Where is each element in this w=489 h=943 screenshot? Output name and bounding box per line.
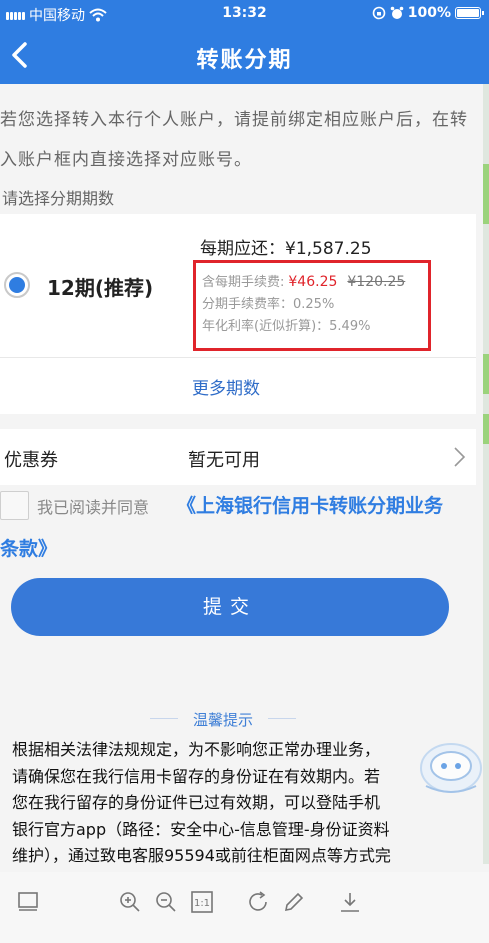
nav-bar: 转账分期 — [0, 28, 489, 84]
page-title: 转账分期 — [196, 48, 293, 73]
actual-size-label: 1:1 — [194, 898, 210, 909]
rotate-icon[interactable] — [246, 890, 270, 914]
rotation-lock-icon — [372, 6, 386, 20]
tips-line: 银行官方app（路径：安全中心-信息管理-身份证资料 — [12, 819, 390, 839]
tips-title: 温馨提示 — [192, 711, 253, 729]
status-bar: 中国移动 13:32 100% — [0, 0, 489, 28]
viewer-toolbar — [0, 872, 489, 943]
zoom-out-icon[interactable] — [154, 890, 178, 914]
tips-line: 您在我行留存的身份证件已过有效期，可以登陆手机 — [12, 793, 381, 812]
notice-line-2: 入账户框内直接选择对应账号。 — [0, 150, 252, 170]
tips-line: 维护），通过致电客服95594或前往柜面网点等方式完 — [12, 846, 391, 865]
tips-body: 根据相关法律法规规定，为不影响您正常办理业务， 请确保您在我行信用卡留存的身份证… — [12, 737, 458, 870]
fee-label: 含每期手续费: — [202, 275, 285, 290]
zoom-in-icon[interactable] — [118, 890, 142, 914]
agree-checkbox[interactable] — [0, 491, 29, 520]
account-notice: 若您选择转入本行个人账户，请提前绑定相应账户后，在转 入账户框内直接选择对应账号… — [0, 100, 480, 180]
agreement-terms-link[interactable]: 《上海银行信用卡转账分期业务 — [177, 491, 443, 518]
agreement-terms-link-cont[interactable]: 条款》 — [0, 534, 57, 561]
tips-divider-right — [268, 718, 296, 719]
alarm-icon — [390, 6, 404, 19]
fee-original-value: ¥120.25 — [347, 274, 406, 290]
tips-header: 温馨提示 — [150, 707, 296, 731]
download-icon[interactable] — [338, 890, 362, 914]
pen-icon[interactable] — [282, 890, 306, 914]
submit-button[interactable]: 提交 — [11, 578, 449, 636]
tips-line: 请确保您在我行信用卡留存的身份证在有效期内。若 — [12, 766, 381, 786]
battery-percent: 100% — [407, 5, 451, 21]
coupon-label: 优惠券 — [4, 450, 58, 471]
agree-text: 我已阅读并同意 — [37, 498, 150, 517]
actual-size-icon[interactable]: 1:1 — [190, 890, 214, 914]
choose-period-label: 请选择分期期数 — [2, 189, 115, 208]
tips-line: 根据相关法律法规规定，为不影响您正常办理业务， — [12, 740, 381, 759]
annual-rate: 年化利率(近似折算)：5.49% — [202, 319, 371, 334]
chevron-right-icon[interactable] — [452, 446, 466, 468]
fee-rate: 分期手续费率：0.25% — [202, 297, 335, 312]
period-radio-selected[interactable] — [4, 272, 30, 298]
fee-details-box: 含每期手续费: ¥46.25 ¥120.25 分期手续费率：0.25% 年化利率(近… — [193, 260, 431, 351]
battery-icon — [455, 7, 484, 19]
coupon-value: 暂无可用 — [188, 450, 260, 471]
period-name[interactable]: 12期(推荐) — [47, 272, 153, 301]
assistant-robot-icon[interactable] — [416, 738, 486, 798]
more-periods-link[interactable]: 更多期数 — [192, 374, 260, 399]
status-right-group: 100% — [372, 5, 484, 21]
monthly-payment: 每期应还：¥1,587.25 — [200, 239, 372, 259]
layout-icon[interactable] — [16, 890, 40, 914]
fee-line: 含每期手续费: ¥46.25 ¥120.25 — [202, 271, 428, 294]
fee-value: ¥46.25 — [288, 274, 338, 290]
card-divider — [0, 357, 476, 358]
notice-line-1: 若您选择转入本行个人账户，请提前绑定相应账户后，在转 — [0, 110, 468, 130]
